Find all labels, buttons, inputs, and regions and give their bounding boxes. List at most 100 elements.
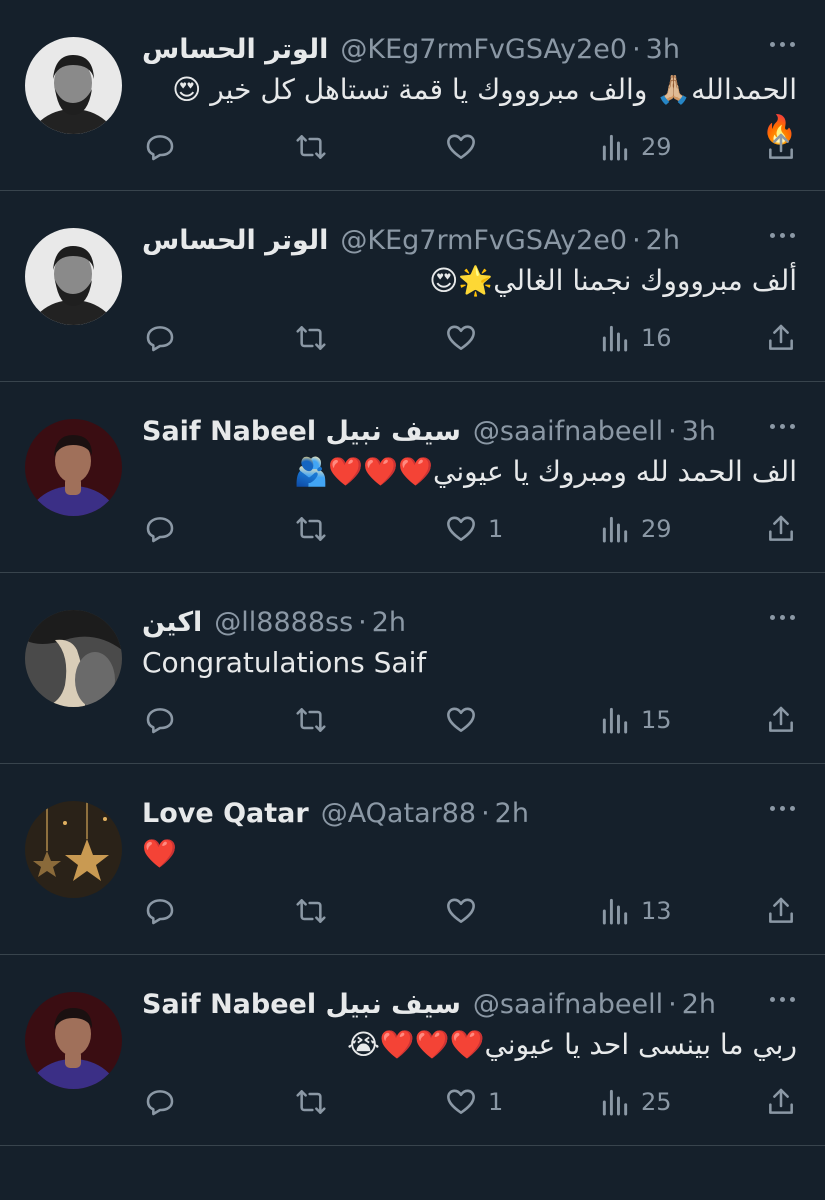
more-icon[interactable] xyxy=(770,997,795,1002)
retweet-icon xyxy=(294,895,328,927)
action-bar: 15 xyxy=(144,703,797,737)
share-button[interactable] xyxy=(765,1085,797,1119)
tweet-text: ❤️ xyxy=(142,837,177,870)
share-button[interactable] xyxy=(765,894,797,928)
reply-icon xyxy=(144,895,176,927)
reply-icon xyxy=(144,513,176,545)
tweet[interactable]: Saif Nabeel سيف نبيل @saaifnabeell · 2h … xyxy=(0,955,825,1146)
like-button[interactable] xyxy=(444,894,488,928)
user-handle[interactable]: @saaifnabeell xyxy=(473,416,663,447)
retweet-button[interactable] xyxy=(294,130,328,164)
display-name[interactable]: Saif Nabeel سيف نبيل xyxy=(142,416,461,447)
heart-icon xyxy=(444,322,478,354)
reply-button[interactable] xyxy=(144,703,176,737)
reply-icon xyxy=(144,704,176,736)
display-name[interactable]: Love Qatar xyxy=(142,798,309,829)
like-button[interactable] xyxy=(444,703,488,737)
avatar[interactable] xyxy=(25,801,122,898)
tweet[interactable]: الوتر الحساس @KEg7rmFvGSAy2e0 · 2h ألف م… xyxy=(0,191,825,382)
like-button[interactable] xyxy=(444,130,488,164)
avatar[interactable] xyxy=(25,610,122,707)
heart-icon xyxy=(444,704,478,736)
retweet-button[interactable] xyxy=(294,1085,328,1119)
separator-dot: · xyxy=(358,606,367,638)
more-icon[interactable] xyxy=(770,615,795,620)
views-button[interactable]: 15 xyxy=(599,703,672,737)
like-button[interactable] xyxy=(444,321,488,355)
more-icon[interactable] xyxy=(770,424,795,429)
retweet-button[interactable] xyxy=(294,512,328,546)
timestamp[interactable]: 2h xyxy=(646,225,680,256)
reply-button[interactable] xyxy=(144,894,176,928)
like-button[interactable]: 1 xyxy=(444,512,503,546)
separator-dot: · xyxy=(668,988,677,1020)
tweet[interactable]: الوتر الحساس @KEg7rmFvGSAy2e0 · 3h الحمد… xyxy=(0,0,825,191)
share-icon xyxy=(765,704,797,736)
display-name[interactable]: الوتر الحساس xyxy=(142,34,328,65)
display-name[interactable]: اكين xyxy=(142,607,202,638)
share-icon xyxy=(765,895,797,927)
view-count: 16 xyxy=(641,324,672,352)
reply-button[interactable] xyxy=(144,130,176,164)
reply-button[interactable] xyxy=(144,1085,176,1119)
views-button[interactable]: 25 xyxy=(599,1085,672,1119)
views-button[interactable]: 16 xyxy=(599,321,672,355)
timestamp[interactable]: 2h xyxy=(495,798,529,829)
tweet-text: الف الحمد لله ومبروك يا عيوني❤️❤️❤️🫂 xyxy=(293,455,797,488)
tweet[interactable]: Saif Nabeel سيف نبيل @saaifnabeell · 3h … xyxy=(0,382,825,573)
action-bar: 29 xyxy=(144,130,797,164)
separator-dot: · xyxy=(632,224,641,256)
views-icon xyxy=(599,704,631,736)
view-count: 15 xyxy=(641,706,672,734)
retweet-button[interactable] xyxy=(294,321,328,355)
heart-icon xyxy=(444,1086,478,1118)
views-icon xyxy=(599,322,631,354)
user-handle[interactable]: @KEg7rmFvGSAy2e0 xyxy=(340,225,627,256)
user-handle[interactable]: @ll8888ss xyxy=(214,607,353,638)
reply-icon xyxy=(144,322,176,354)
reply-button[interactable] xyxy=(144,321,176,355)
retweet-button[interactable] xyxy=(294,894,328,928)
tweet-header: Saif Nabeel سيف نبيل @saaifnabeell · 3h xyxy=(142,412,805,450)
share-button[interactable] xyxy=(765,703,797,737)
views-button[interactable]: 29 xyxy=(599,512,672,546)
user-handle[interactable]: @KEg7rmFvGSAy2e0 xyxy=(340,34,627,65)
user-handle[interactable]: @AQatar88 xyxy=(321,798,476,829)
timestamp[interactable]: 3h xyxy=(646,34,680,65)
user-handle[interactable]: @saaifnabeell xyxy=(473,989,663,1020)
avatar[interactable] xyxy=(25,37,122,134)
share-icon xyxy=(765,513,797,545)
tweet-header: Love Qatar @AQatar88 · 2h xyxy=(142,794,805,832)
tweet-text: ربي ما بينسى احد يا عيوني❤️❤️❤️😭 xyxy=(347,1028,797,1061)
separator-dot: · xyxy=(632,33,641,65)
timestamp[interactable]: 3h xyxy=(682,416,716,447)
reply-icon xyxy=(144,131,176,163)
share-button[interactable] xyxy=(765,130,797,164)
retweet-icon xyxy=(294,513,328,545)
avatar[interactable] xyxy=(25,419,122,516)
retweet-icon xyxy=(294,1086,328,1118)
timestamp[interactable]: 2h xyxy=(372,607,406,638)
tweet-header: الوتر الحساس @KEg7rmFvGSAy2e0 · 3h xyxy=(142,30,805,68)
separator-dot: · xyxy=(481,797,490,829)
view-count: 13 xyxy=(641,897,672,925)
tweet[interactable]: اكين @ll8888ss · 2h Congratulations Saif… xyxy=(0,573,825,764)
share-button[interactable] xyxy=(765,321,797,355)
like-button[interactable]: 1 xyxy=(444,1085,503,1119)
retweet-button[interactable] xyxy=(294,703,328,737)
more-icon[interactable] xyxy=(770,42,795,47)
view-count: 29 xyxy=(641,133,672,161)
timestamp[interactable]: 2h xyxy=(682,989,716,1020)
avatar[interactable] xyxy=(25,992,122,1089)
views-button[interactable]: 13 xyxy=(599,894,672,928)
reply-button[interactable] xyxy=(144,512,176,546)
more-icon[interactable] xyxy=(770,233,795,238)
display-name[interactable]: الوتر الحساس xyxy=(142,225,328,256)
more-icon[interactable] xyxy=(770,806,795,811)
share-button[interactable] xyxy=(765,512,797,546)
action-bar: 13 xyxy=(144,894,797,928)
tweet[interactable]: Love Qatar @AQatar88 · 2h ❤️ 13 xyxy=(0,764,825,955)
avatar[interactable] xyxy=(25,228,122,325)
display-name[interactable]: Saif Nabeel سيف نبيل xyxy=(142,989,461,1020)
views-button[interactable]: 29 xyxy=(599,130,672,164)
